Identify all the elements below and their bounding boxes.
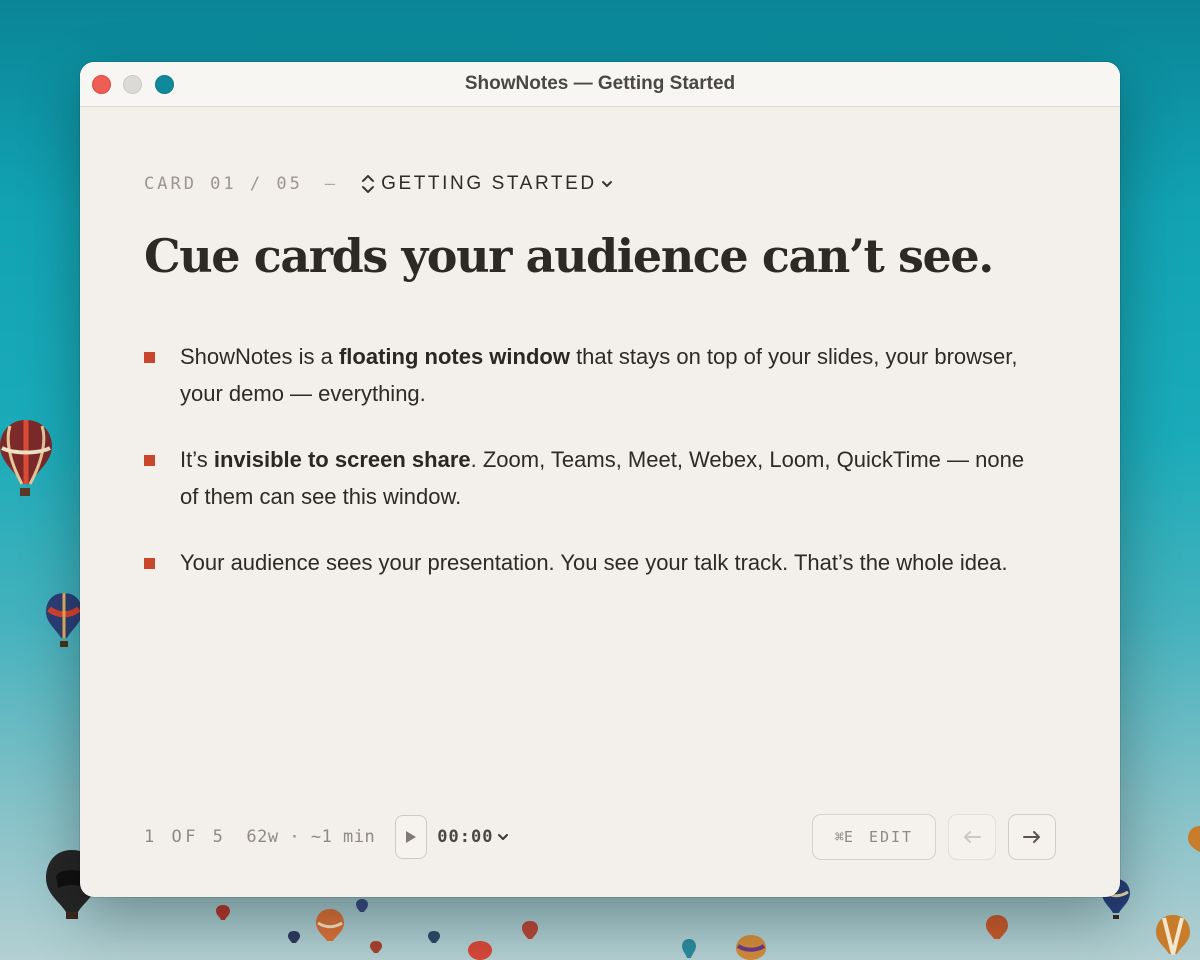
bullet-text: Your audience sees your presentation. Yo… [180,550,1008,575]
bullet-item: It’s invisible to screen share. Zoom, Te… [144,441,1044,515]
bullet-square-icon [144,558,155,569]
bullet-bold-text: floating notes window [338,344,570,369]
hot-air-balloon-image [468,941,492,960]
hot-air-balloon-image [316,909,344,941]
title-bar[interactable]: ShowNotes — Getting Started [80,62,1120,107]
hot-air-balloon-image [736,935,766,960]
play-timer-button[interactable] [395,815,428,859]
hot-air-balloon-image [0,420,52,496]
arrow-left-icon [964,831,981,843]
shownotes-window: ShowNotes — Getting Started CARD 01 / 05… [80,62,1120,897]
hot-air-balloon-image [1156,915,1190,955]
card-header: CARD 01 / 05 — GETTING STARTED [144,172,613,196]
hot-air-balloon-image [216,905,230,920]
bullet-text: ShowNotes is a [180,344,339,369]
bullet-bold-text: invisible to screen share [213,447,471,472]
header-separator: — [324,174,336,194]
chevron-down-icon [498,834,509,840]
bullet-item: ShowNotes is a floating notes window tha… [144,338,1044,412]
word-count: 62w · ~1 min [246,827,376,847]
timer-value: 00:00 [437,827,494,847]
edit-button[interactable]: ⌘E EDIT [812,814,936,860]
timer-dropdown[interactable]: 00:00 [437,827,509,847]
hot-air-balloon-image [986,915,1008,939]
hot-air-balloon-image [370,941,382,953]
card-bullet-list: ShowNotes is a floating notes window tha… [144,338,1044,610]
chevron-up-down-icon [362,175,375,193]
hot-air-balloon-image [682,939,696,958]
window-title: ShowNotes — Getting Started [464,73,736,94]
hot-air-balloon-image [428,931,440,943]
previous-card-button[interactable] [948,814,996,860]
bullet-square-icon [144,352,155,363]
edit-label: EDIT [868,828,914,846]
next-card-button[interactable] [1008,814,1056,860]
play-icon [406,831,417,843]
hot-air-balloon-image [356,899,368,912]
hot-air-balloon-image [288,931,300,943]
card-counter: CARD 01 / 05 [144,174,303,194]
hot-air-balloon-image [46,593,82,647]
bullet-square-icon [144,455,155,466]
hot-air-balloon-image [1188,826,1200,852]
card-footer: 1 OF 5 62w · ~1 min 00:00 [144,814,509,860]
section-picker-label: GETTING STARTED [381,173,597,194]
card-position: 1 OF 5 [144,827,227,847]
bullet-item: Your audience sees your presentation. Yo… [144,544,1044,581]
edit-shortcut: ⌘E [834,828,853,846]
arrow-right-icon [1023,831,1040,843]
card-headline: Cue cards your audience can’t see. [144,229,994,283]
chevron-down-icon [601,181,612,187]
section-picker[interactable]: GETTING STARTED [361,173,613,195]
hot-air-balloon-image [522,921,538,939]
bullet-text: It’s [180,447,214,472]
